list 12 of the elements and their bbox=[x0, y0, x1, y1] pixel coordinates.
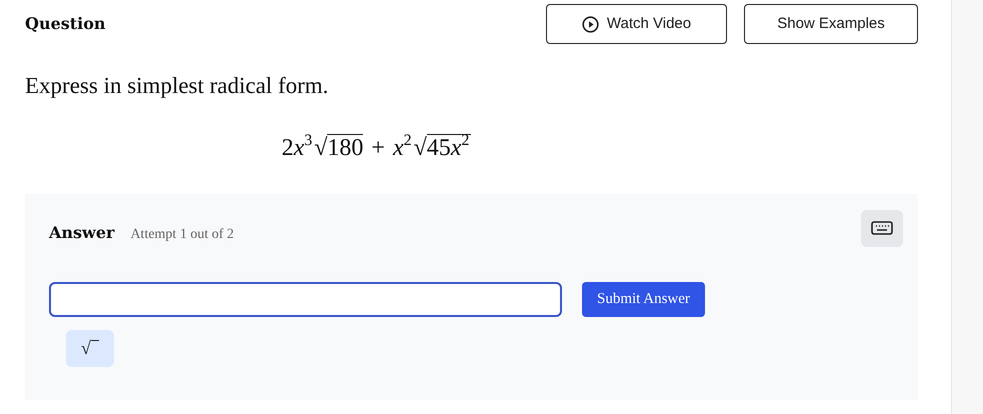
question-heading: Question bbox=[25, 13, 106, 35]
keyboard-icon bbox=[871, 221, 893, 235]
answer-input-field[interactable] bbox=[49, 282, 562, 316]
square-root-button[interactable]: √ bbox=[66, 330, 114, 366]
attempt-counter: Attempt 1 out of 2 bbox=[130, 226, 234, 244]
play-icon bbox=[582, 16, 599, 32]
question-prompt: Express in simplest radical form. bbox=[25, 72, 330, 100]
header-button[interactable]: Watch Video bbox=[546, 4, 727, 44]
keyboard-button[interactable] bbox=[861, 210, 903, 246]
answer-heading: Answer bbox=[49, 222, 114, 244]
submit-answer-button[interactable]: Submit Answer bbox=[582, 282, 705, 316]
header-button[interactable]: Show Examples bbox=[744, 4, 918, 44]
